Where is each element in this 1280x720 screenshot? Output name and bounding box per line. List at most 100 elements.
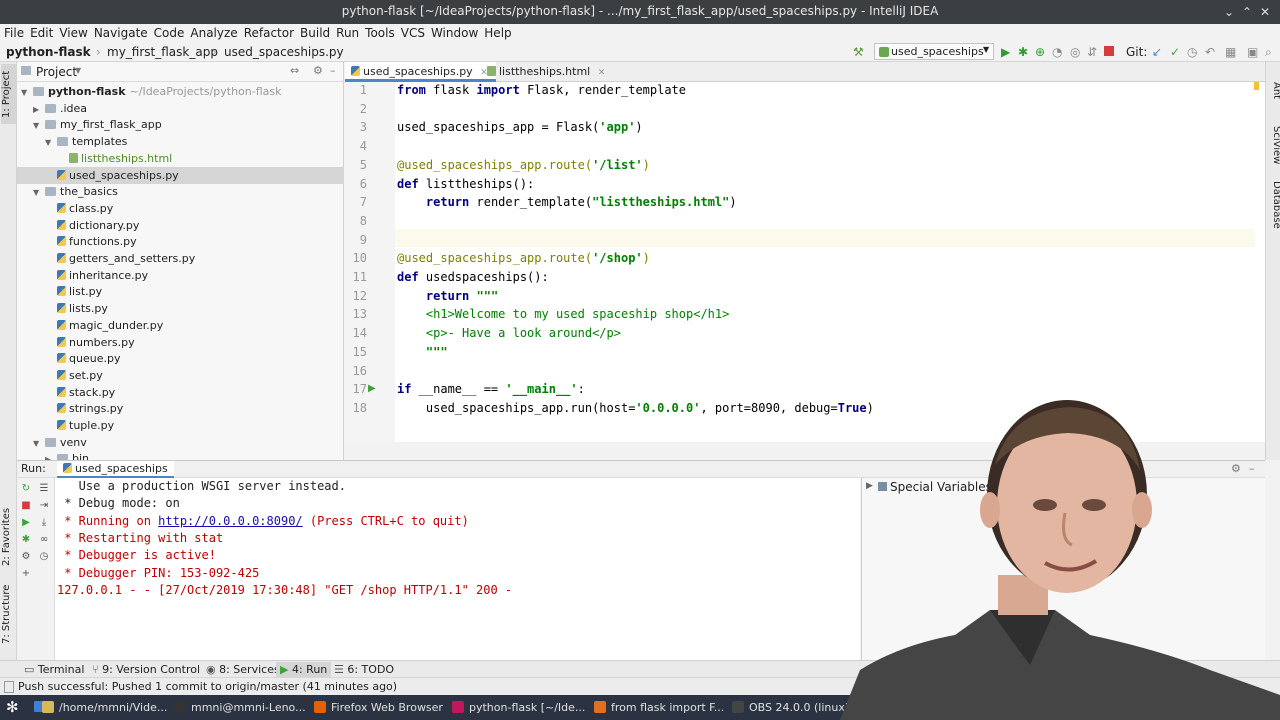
tree-item[interactable]: stack.py — [45, 384, 115, 401]
taskbar-item[interactable]: /home/mmni/Vide... — [42, 699, 167, 716]
resume-icon[interactable]: ▶ — [19, 516, 33, 530]
tree-item[interactable]: listtheships.html — [57, 150, 172, 167]
chevron-down-icon[interactable]: ▼ — [45, 134, 57, 151]
taskbar-item[interactable]: OBS 24.0.0 (linux) — [732, 699, 849, 716]
breadcrumb-folder[interactable]: my_first_flask_app — [107, 45, 218, 59]
debug-icon[interactable]: ✱ — [19, 533, 33, 547]
menu-navigate[interactable]: Navigate — [94, 24, 154, 42]
chevron-down-icon[interactable]: ▼ — [75, 66, 81, 75]
git-commit-icon[interactable]: ✓ — [1170, 45, 1180, 59]
menu-run[interactable]: Run — [336, 24, 365, 42]
tree-item[interactable]: tuple.py — [45, 417, 114, 434]
close-tab-icon[interactable]: ✕ — [598, 68, 606, 78]
app-menu-icon[interactable]: ✻ — [6, 698, 19, 716]
chevron-down-icon[interactable]: ▼ — [33, 435, 45, 452]
minimize-icon[interactable]: ⌄ — [1220, 3, 1238, 21]
ant-tool-tab[interactable]: Ant — [1267, 76, 1280, 106]
taskbar-item[interactable]: Firefox Web Browser — [314, 699, 443, 716]
scroll-up-icon[interactable]: ☰ — [37, 482, 51, 496]
run-config-selector[interactable]: used_spaceships ▼ — [874, 43, 994, 60]
breadcrumb-file[interactable]: used_spaceships.py — [224, 45, 344, 59]
run-console[interactable]: Use a production WSGI server instead. * … — [55, 478, 860, 660]
stop-icon[interactable]: ■ — [19, 499, 33, 513]
taskbar-item[interactable]: python-flask [~/Ide... — [452, 699, 585, 716]
menu-build[interactable]: Build — [300, 24, 336, 42]
debug-icon[interactable]: ✱ — [1018, 45, 1028, 59]
menu-edit[interactable]: Edit — [30, 24, 59, 42]
run-config-tab[interactable]: used_spaceships — [57, 461, 174, 478]
server-url-link[interactable]: http://0.0.0.0:8090/ — [158, 514, 303, 528]
git-revert-icon[interactable]: ↶ — [1205, 45, 1215, 59]
tab-run[interactable]: ▶ 4: Run — [276, 662, 332, 677]
hide-panel-icon[interactable]: – — [330, 64, 336, 77]
tree-item[interactable]: ▼ python-flask ~/IdeaProjects/python-flask — [21, 83, 281, 100]
tree-item[interactable]: getters_and_setters.py — [45, 250, 195, 267]
profile-icon[interactable]: ◔ — [1052, 45, 1062, 59]
gear-icon[interactable]: ⚙ — [313, 64, 323, 77]
run-icon[interactable]: ▶ — [1001, 45, 1010, 59]
project-panel-title[interactable]: Project — [36, 65, 77, 79]
hammer-icon[interactable]: ⚒ — [853, 45, 864, 59]
chevron-right-icon[interactable]: ▶ — [33, 101, 45, 118]
tree-item[interactable]: set.py — [45, 367, 103, 384]
menu-code[interactable]: Code — [154, 24, 191, 42]
chevron-down-icon[interactable]: ▼ — [33, 184, 45, 201]
tree-item[interactable]: used_spaceships.py — [17, 166, 344, 184]
build-icon[interactable]: ⇵ — [1087, 45, 1097, 59]
sciview-tool-tab[interactable]: SciView — [1267, 120, 1280, 170]
breadcrumb-project[interactable]: python-flask — [6, 45, 91, 59]
tree-item[interactable]: magic_dunder.py — [45, 317, 163, 334]
history-icon[interactable]: ◷ — [37, 550, 51, 564]
favorites-tool-tab[interactable]: 2: Favorites — [1, 502, 16, 572]
tab-services[interactable]: ◉ 8: Services — [202, 662, 284, 677]
tree-item[interactable]: functions.py — [45, 233, 137, 250]
collapse-all-icon[interactable]: ⇔ — [290, 64, 299, 77]
tree-item[interactable]: dictionary.py — [45, 217, 139, 234]
scroll-end-icon[interactable]: ⤓ — [37, 516, 51, 530]
database-tool-tab[interactable]: Database — [1267, 180, 1280, 230]
soft-wrap-icon[interactable]: ⇥ — [37, 499, 51, 513]
inspection-marker[interactable] — [1254, 82, 1259, 90]
tree-item[interactable]: ▶ .idea — [33, 100, 87, 117]
project-tool-tab[interactable]: 1: Project — [1, 64, 16, 124]
stop-icon[interactable] — [1104, 46, 1114, 56]
menu-refactor[interactable]: Refactor — [244, 24, 300, 42]
tree-item[interactable]: ▼ the_basics — [33, 183, 118, 200]
menu-file[interactable]: File — [4, 24, 30, 42]
toggle-tool-windows-icon[interactable] — [4, 681, 14, 693]
add-icon[interactable]: + — [19, 567, 33, 581]
coverage-icon[interactable]: ⊕ — [1035, 45, 1045, 59]
git-update-icon[interactable]: ↙ — [1152, 45, 1162, 59]
menu-help[interactable]: Help — [484, 24, 517, 42]
tree-item[interactable]: inheritance.py — [45, 267, 148, 284]
menu-analyze[interactable]: Analyze — [190, 24, 243, 42]
chevron-down-icon[interactable]: ▼ — [21, 84, 33, 101]
project-structure-icon[interactable]: ▦ — [1225, 45, 1236, 59]
tree-item[interactable]: ▼ templates — [45, 133, 127, 150]
chevron-down-icon[interactable]: ▼ — [33, 117, 45, 134]
tab-version-control[interactable]: ⑂ 9: Version Control — [88, 662, 204, 677]
tree-item[interactable]: list.py — [45, 283, 102, 300]
tab-todo[interactable]: ☰ 6: TODO — [330, 662, 398, 677]
code-editor[interactable]: from flask import Flask, render_template… — [395, 82, 1265, 442]
watch-icon[interactable]: ∞ — [37, 533, 51, 547]
close-icon[interactable]: ✕ — [1256, 3, 1274, 21]
taskbar-item[interactable]: from flask import F... — [594, 699, 724, 716]
tree-item[interactable]: strings.py — [45, 400, 123, 417]
menu-window[interactable]: Window — [431, 24, 484, 42]
concurrency-icon[interactable]: ◎ — [1070, 45, 1080, 59]
search-icon[interactable]: ⌕ — [1265, 45, 1272, 60]
structure-tool-tab[interactable]: 7: Structure — [1, 577, 16, 652]
git-history-icon[interactable]: ◷ — [1187, 45, 1197, 59]
tab-used-spaceships[interactable]: used_spaceships.py ✕ — [345, 62, 496, 82]
taskbar-item[interactable]: mmni@mmni-Leno... — [174, 699, 306, 716]
maximize-icon[interactable]: ⌃ — [1238, 3, 1256, 21]
tree-item[interactable]: queue.py — [45, 350, 120, 367]
tree-item[interactable]: ▼ venv — [33, 434, 87, 451]
tab-listtheships[interactable]: listtheships.html ✕ — [481, 62, 613, 82]
rerun-icon[interactable]: ↻ — [19, 482, 33, 496]
tree-item[interactable]: numbers.py — [45, 334, 135, 351]
tree-item[interactable]: ▼ my_first_flask_app — [33, 116, 162, 133]
window-layout-icon[interactable]: ▣ — [1247, 45, 1258, 59]
menu-view[interactable]: View — [59, 24, 93, 42]
